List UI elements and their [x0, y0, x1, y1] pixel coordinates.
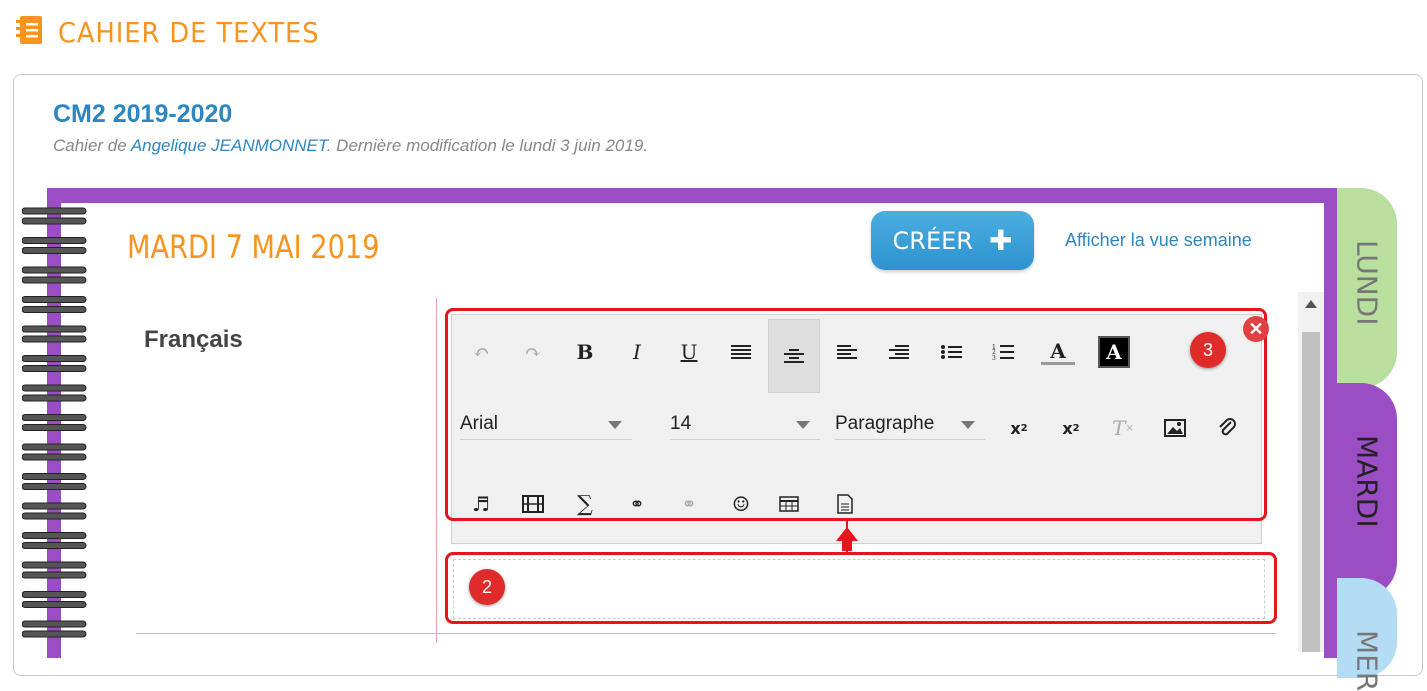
- spiral-ring: [22, 483, 87, 490]
- spiral-ring: [22, 473, 87, 480]
- scroll-thumb[interactable]: [1302, 332, 1320, 652]
- spiral-ring: [22, 620, 87, 628]
- tab-mardi[interactable]: MARDI: [1337, 383, 1397, 598]
- spiral-ring: [22, 384, 87, 392]
- spiral-ring: [22, 266, 87, 274]
- author-link[interactable]: Angelique JEANMONNET: [131, 136, 327, 155]
- spiral-ring: [22, 453, 87, 461]
- scroll-up-icon[interactable]: [1305, 300, 1317, 308]
- course-info-prefix: Cahier de: [53, 136, 131, 155]
- scrollbar[interactable]: [1298, 292, 1324, 652]
- spiral-ring: [22, 207, 87, 215]
- course-title: CM2 2019-2020: [53, 100, 233, 128]
- annotation-badge-2: 2: [469, 569, 505, 605]
- spiral-ring: [22, 443, 87, 451]
- arrow-up-icon: [836, 527, 858, 551]
- app-header: CAHIER DE TEXTES: [14, 14, 342, 51]
- spiral-ring: [22, 532, 87, 539]
- close-icon[interactable]: ✕: [1243, 316, 1269, 342]
- spiral-ring: [22, 355, 87, 362]
- spiral-ring: [22, 512, 87, 520]
- spiral-ring: [22, 217, 87, 225]
- spiral-ring: [22, 365, 87, 372]
- toolbar-highlight: [445, 308, 1267, 521]
- spiral-ring: [22, 237, 87, 244]
- spiral-ring: [22, 296, 87, 303]
- spiral-ring: [22, 630, 87, 638]
- week-view-link[interactable]: Afficher la vue semaine: [1065, 230, 1252, 251]
- subject-label: Français: [144, 326, 243, 353]
- spiral-ring: [22, 247, 87, 254]
- create-button[interactable]: CRÉER ✚: [871, 211, 1034, 270]
- margin-line: [436, 298, 437, 643]
- plus-icon: ✚: [988, 224, 1013, 257]
- spiral-ring: [22, 424, 87, 431]
- spiral-ring: [22, 601, 87, 608]
- spiral-binding: [22, 207, 87, 638]
- spiral-ring: [22, 394, 87, 402]
- spiral-ring: [22, 542, 87, 549]
- day-date: MARDI 7 MAI 2019: [127, 228, 380, 266]
- course-info: Cahier de Angelique JEANMONNET. Dernière…: [53, 136, 648, 156]
- spiral-ring: [22, 276, 87, 284]
- tab-mercredi[interactable]: MER: [1337, 578, 1397, 691]
- spiral-ring: [22, 502, 87, 510]
- course-info-suffix: . Dernière modification le lundi 3 juin …: [326, 136, 649, 155]
- divider: [136, 633, 1276, 634]
- spiral-ring: [22, 414, 87, 421]
- spiral-ring: [22, 306, 87, 313]
- editor-highlight: [445, 552, 1277, 624]
- notebook-icon: [14, 14, 46, 51]
- spiral-ring: [22, 571, 87, 579]
- tab-lundi[interactable]: LUNDI: [1337, 188, 1397, 388]
- spiral-ring: [22, 561, 87, 569]
- annotation-badge-3: 3: [1190, 332, 1226, 368]
- spiral-ring: [22, 335, 87, 343]
- page-title: CAHIER DE TEXTES: [58, 16, 320, 49]
- create-label: CRÉER: [892, 226, 973, 255]
- spiral-ring: [22, 591, 87, 598]
- spiral-ring: [22, 325, 87, 333]
